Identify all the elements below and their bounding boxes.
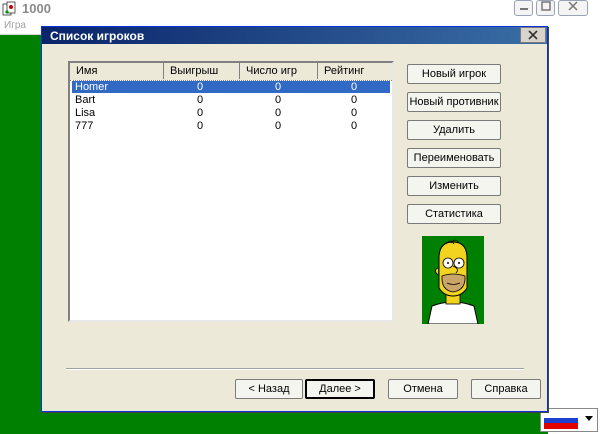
table-row[interactable]: Homer 0 0 0 bbox=[71, 80, 391, 94]
player-name: 777 bbox=[75, 120, 94, 132]
player-name: Homer bbox=[75, 81, 109, 93]
table-row[interactable]: 777 0 0 0 bbox=[72, 120, 390, 132]
new-opponent-button[interactable]: Новый противник bbox=[407, 92, 501, 112]
statistics-button[interactable]: Статистика bbox=[407, 204, 501, 224]
help-button[interactable]: Справка bbox=[471, 379, 541, 399]
maximize-icon bbox=[540, 1, 551, 11]
delete-button[interactable]: Удалить bbox=[407, 120, 501, 140]
player-games: 0 bbox=[274, 107, 282, 119]
column-header-games[interactable]: Число игр bbox=[240, 63, 318, 79]
minimize-button[interactable] bbox=[514, 0, 533, 16]
dialog-close-button[interactable] bbox=[520, 27, 546, 43]
close-window-button[interactable] bbox=[558, 0, 588, 16]
russian-flag-icon bbox=[544, 412, 578, 429]
dialog-separator bbox=[66, 368, 524, 370]
app-titlebar: 1000 bbox=[0, 0, 600, 18]
chevron-down-icon bbox=[585, 416, 593, 421]
close-icon bbox=[568, 1, 578, 11]
minimize-icon bbox=[519, 8, 528, 10]
player-rating: 0 bbox=[350, 107, 358, 119]
player-wins: 0 bbox=[196, 107, 204, 119]
player-wins: 0 bbox=[196, 120, 204, 132]
next-button[interactable]: Далее > bbox=[305, 379, 375, 399]
app-title: 1000 bbox=[22, 1, 51, 16]
player-games: 0 bbox=[274, 94, 282, 106]
homer-avatar bbox=[422, 236, 484, 324]
close-icon bbox=[528, 30, 538, 40]
player-wins: 0 bbox=[196, 94, 204, 106]
player-games: 0 bbox=[274, 120, 282, 132]
column-header-name[interactable]: Имя bbox=[70, 63, 164, 79]
playing-cards-icon bbox=[2, 1, 16, 16]
player-games: 0 bbox=[274, 81, 282, 93]
language-selector[interactable] bbox=[540, 408, 598, 432]
list-header: Имя Выигрыш Число игр Рейтинг bbox=[70, 63, 392, 81]
column-header-rating[interactable]: Рейтинг bbox=[318, 63, 392, 79]
back-button[interactable]: < Назад bbox=[235, 379, 303, 399]
menu-game[interactable]: Игра bbox=[4, 20, 26, 31]
player-rating: 0 bbox=[350, 81, 358, 93]
player-name: Lisa bbox=[75, 107, 96, 119]
player-rating: 0 bbox=[350, 94, 358, 106]
new-player-button[interactable]: Новый игрок bbox=[407, 64, 501, 84]
players-list[interactable]: Имя Выигрыш Число игр Рейтинг Homer 0 0 … bbox=[68, 61, 394, 322]
player-wins: 0 bbox=[196, 81, 204, 93]
player-name: Bart bbox=[75, 94, 96, 106]
dialog-titlebar: Список игроков bbox=[42, 27, 547, 44]
dialog-title: Список игроков bbox=[50, 29, 145, 43]
player-rating: 0 bbox=[350, 120, 358, 132]
app-side-panel bbox=[548, 34, 600, 434]
players-dialog: Список игроков Имя Выигрыш Число игр Рей… bbox=[41, 26, 548, 412]
rename-button[interactable]: Переименовать bbox=[407, 148, 501, 168]
column-header-wins[interactable]: Выигрыш bbox=[164, 63, 240, 79]
table-row[interactable]: Bart 0 0 0 bbox=[72, 94, 390, 106]
edit-button[interactable]: Изменить bbox=[407, 176, 501, 196]
maximize-button[interactable] bbox=[536, 0, 555, 16]
cancel-button[interactable]: Отмена bbox=[388, 379, 458, 399]
table-row[interactable]: Lisa 0 0 0 bbox=[72, 107, 390, 119]
